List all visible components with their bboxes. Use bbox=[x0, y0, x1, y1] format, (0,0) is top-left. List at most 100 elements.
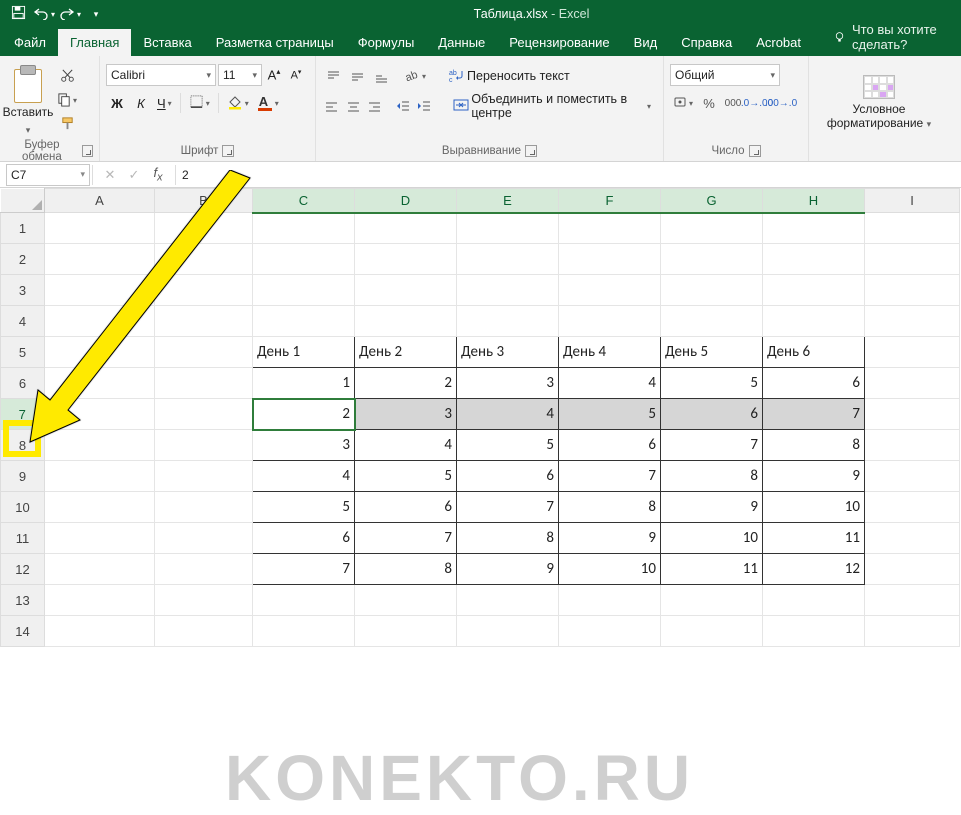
cell-D14[interactable] bbox=[355, 616, 457, 647]
row-header-14[interactable]: 14 bbox=[1, 616, 45, 647]
cell-A11[interactable] bbox=[45, 523, 155, 554]
cell-E6[interactable]: 3 bbox=[457, 368, 559, 399]
row-header-4[interactable]: 4 bbox=[1, 306, 45, 337]
cell-H3[interactable] bbox=[763, 275, 865, 306]
cell-C9[interactable]: 4 bbox=[253, 461, 355, 492]
align-top-button[interactable] bbox=[322, 65, 344, 87]
cell-D2[interactable] bbox=[355, 244, 457, 275]
cell-I10[interactable] bbox=[865, 492, 960, 523]
row-header-10[interactable]: 10 bbox=[1, 492, 45, 523]
cell-F9[interactable]: 7 bbox=[559, 461, 661, 492]
cell-B6[interactable] bbox=[155, 368, 253, 399]
cell-I11[interactable] bbox=[865, 523, 960, 554]
cell-G7[interactable]: 6 bbox=[661, 399, 763, 430]
dialog-launcher[interactable] bbox=[749, 145, 761, 157]
cell-H5[interactable]: День 6 bbox=[763, 337, 865, 368]
row-header-1[interactable]: 1 bbox=[1, 213, 45, 244]
cell-A9[interactable] bbox=[45, 461, 155, 492]
cell-H8[interactable]: 8 bbox=[763, 430, 865, 461]
cell-B11[interactable] bbox=[155, 523, 253, 554]
cell-A10[interactable] bbox=[45, 492, 155, 523]
cell-D1[interactable] bbox=[355, 213, 457, 244]
select-all-corner[interactable] bbox=[1, 189, 45, 213]
cell-A14[interactable] bbox=[45, 616, 155, 647]
cell-A3[interactable] bbox=[45, 275, 155, 306]
cell-D7[interactable]: 3 bbox=[355, 399, 457, 430]
cell-C14[interactable] bbox=[253, 616, 355, 647]
cell-G8[interactable]: 7 bbox=[661, 430, 763, 461]
cell-F3[interactable] bbox=[559, 275, 661, 306]
bold-button[interactable]: Ж bbox=[106, 92, 128, 114]
name-box[interactable]: C7▾ bbox=[6, 164, 90, 186]
cell-G12[interactable]: 11 bbox=[661, 554, 763, 585]
cell-F8[interactable]: 6 bbox=[559, 430, 661, 461]
cell-E7[interactable]: 4 bbox=[457, 399, 559, 430]
cell-I12[interactable] bbox=[865, 554, 960, 585]
cell-H12[interactable]: 12 bbox=[763, 554, 865, 585]
align-left-button[interactable] bbox=[322, 95, 341, 117]
cell-F11[interactable]: 9 bbox=[559, 523, 661, 554]
save-button[interactable] bbox=[6, 3, 30, 25]
cell-F7[interactable]: 5 bbox=[559, 399, 661, 430]
cell-A5[interactable] bbox=[45, 337, 155, 368]
decrease-font-button[interactable]: A▾ bbox=[286, 64, 306, 86]
column-header-D[interactable]: D bbox=[355, 189, 457, 213]
cell-B7[interactable] bbox=[155, 399, 253, 430]
cell-C12[interactable]: 7 bbox=[253, 554, 355, 585]
cell-E11[interactable]: 8 bbox=[457, 523, 559, 554]
align-bottom-button[interactable] bbox=[370, 65, 392, 87]
column-header-B[interactable]: B bbox=[155, 189, 253, 213]
tell-me-search[interactable]: Что вы хотите сделать? bbox=[825, 18, 961, 56]
cell-F5[interactable]: День 4 bbox=[559, 337, 661, 368]
row-header-7[interactable]: 7 bbox=[1, 399, 45, 430]
dialog-launcher[interactable] bbox=[222, 145, 234, 157]
cell-H2[interactable] bbox=[763, 244, 865, 275]
cell-C1[interactable] bbox=[253, 213, 355, 244]
cell-D6[interactable]: 2 bbox=[355, 368, 457, 399]
cell-D4[interactable] bbox=[355, 306, 457, 337]
cell-G1[interactable] bbox=[661, 213, 763, 244]
column-header-C[interactable]: C bbox=[253, 189, 355, 213]
cell-B3[interactable] bbox=[155, 275, 253, 306]
fill-color-button[interactable]: ▾ bbox=[224, 92, 252, 114]
align-center-button[interactable] bbox=[343, 95, 362, 117]
cell-E13[interactable] bbox=[457, 585, 559, 616]
cell-G13[interactable] bbox=[661, 585, 763, 616]
cell-A6[interactable] bbox=[45, 368, 155, 399]
cell-I14[interactable] bbox=[865, 616, 960, 647]
border-button[interactable]: ▾ bbox=[186, 92, 213, 114]
font-size-combo[interactable]: 11▾ bbox=[218, 64, 262, 86]
insert-function-button[interactable]: fx bbox=[147, 164, 169, 186]
increase-font-button[interactable]: A▴ bbox=[264, 64, 284, 86]
paste-button[interactable]: Вставить bbox=[6, 65, 50, 136]
cell-H13[interactable] bbox=[763, 585, 865, 616]
cell-C5[interactable]: День 1 bbox=[253, 337, 355, 368]
cell-A4[interactable] bbox=[45, 306, 155, 337]
percent-button[interactable]: % bbox=[698, 92, 720, 114]
cell-F10[interactable]: 8 bbox=[559, 492, 661, 523]
merge-center-button[interactable]: Объединить и поместить в центре ▾ bbox=[447, 94, 657, 118]
font-name-combo[interactable]: Calibri▾ bbox=[106, 64, 216, 86]
cell-G3[interactable] bbox=[661, 275, 763, 306]
worksheet-grid[interactable]: KONEKTO.RU ABCDEFGHI12345День 1День 2Ден… bbox=[0, 188, 961, 647]
tab-view[interactable]: Вид bbox=[622, 29, 670, 56]
cell-A7[interactable] bbox=[45, 399, 155, 430]
cut-button[interactable] bbox=[56, 66, 78, 88]
column-header-A[interactable]: A bbox=[45, 189, 155, 213]
tab-help[interactable]: Справка bbox=[669, 29, 744, 56]
cell-G11[interactable]: 10 bbox=[661, 523, 763, 554]
cell-I3[interactable] bbox=[865, 275, 960, 306]
cell-A2[interactable] bbox=[45, 244, 155, 275]
cell-D9[interactable]: 5 bbox=[355, 461, 457, 492]
undo-button[interactable]: ▾ bbox=[32, 3, 56, 25]
cell-G14[interactable] bbox=[661, 616, 763, 647]
cell-H1[interactable] bbox=[763, 213, 865, 244]
cell-I4[interactable] bbox=[865, 306, 960, 337]
row-header-8[interactable]: 8 bbox=[1, 430, 45, 461]
cell-F4[interactable] bbox=[559, 306, 661, 337]
qat-customize[interactable]: ▾ bbox=[84, 3, 108, 25]
cell-F1[interactable] bbox=[559, 213, 661, 244]
increase-indent-button[interactable] bbox=[415, 95, 434, 117]
cell-I7[interactable] bbox=[865, 399, 960, 430]
row-header-2[interactable]: 2 bbox=[1, 244, 45, 275]
